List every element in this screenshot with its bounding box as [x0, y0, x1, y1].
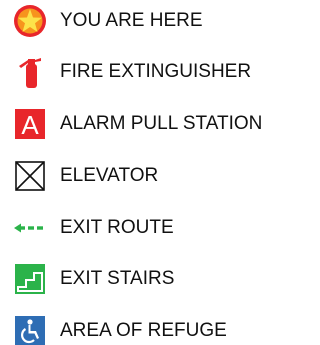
legend-item-exit-stairs: EXIT STAIRS	[0, 259, 288, 299]
star-in-circle-icon	[12, 3, 48, 39]
alarm-pull-station-icon: A	[12, 106, 48, 142]
fire-extinguisher-icon	[12, 54, 48, 90]
wheelchair-accessible-icon	[12, 313, 48, 345]
legend-label: FIRE EXTINGUISHER	[60, 61, 252, 82]
exit-stairs-icon	[12, 261, 48, 297]
legend-item-alarm-pull-station: A ALARM PULL STATION	[0, 104, 288, 144]
legend-label: ALARM PULL STATION	[60, 113, 263, 134]
legend-item-elevator: ELEVATOR	[0, 156, 288, 196]
legend-label: AREA OF REFUGE	[60, 320, 227, 341]
legend-label: EXIT ROUTE	[60, 217, 174, 238]
legend-item-area-of-refuge: AREA OF REFUGE	[0, 311, 288, 345]
legend-item-you-are-here: YOU ARE HERE	[0, 1, 288, 41]
legend-label: EXIT STAIRS	[60, 268, 175, 289]
exit-route-arrow-icon	[12, 210, 48, 246]
legend-item-fire-extinguisher: FIRE EXTINGUISHER	[0, 52, 288, 92]
floor-plan-legend: YOU ARE HERE FIRE EXTINGUISHER A ALARM P…	[0, 0, 288, 345]
elevator-icon	[12, 158, 48, 194]
legend-label: ELEVATOR	[60, 165, 159, 186]
legend-item-exit-route: EXIT ROUTE	[0, 208, 288, 248]
svg-text:A: A	[21, 110, 39, 140]
legend-label: YOU ARE HERE	[60, 10, 203, 31]
